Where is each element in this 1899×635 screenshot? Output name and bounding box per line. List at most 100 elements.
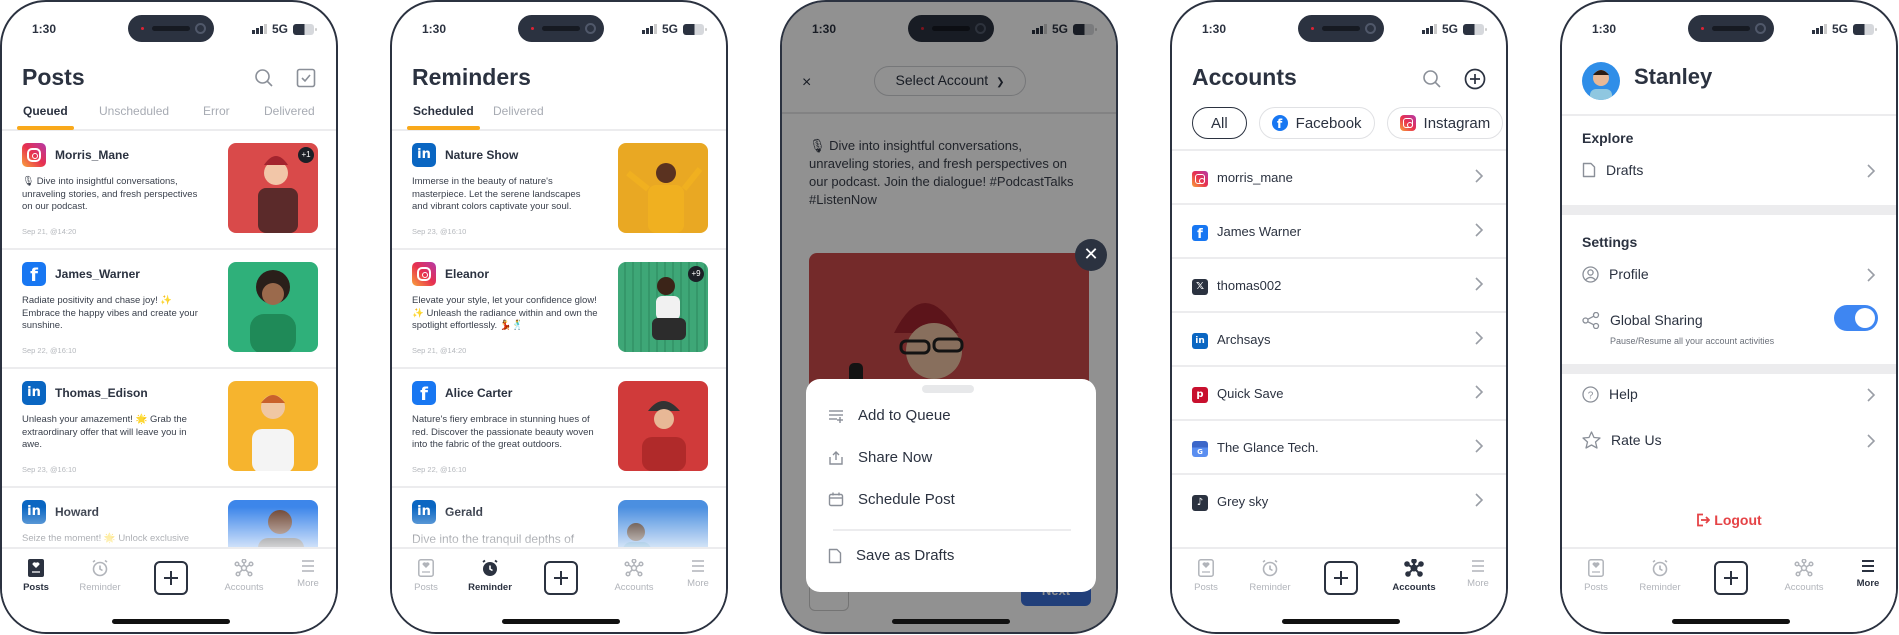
chevron-right-icon (1475, 331, 1484, 345)
sheet-item-label: Save as Drafts (856, 547, 955, 564)
post-card[interactable]: Morris_Mane 🎙 Dive into insightful conve… (2, 131, 336, 250)
chevron-right-icon (1867, 164, 1876, 178)
tab-unscheduled[interactable]: Unscheduled (99, 104, 169, 118)
media-count-badge: +9 (688, 266, 704, 282)
save-as-drafts-option[interactable]: Save as Drafts (828, 547, 954, 564)
schedule-post-option[interactable]: Schedule Post (828, 491, 955, 508)
account-name: Quick Save (1217, 386, 1284, 401)
reminder-card[interactable]: in Nature Show Immerse in the beauty of … (392, 131, 726, 250)
create-post-button[interactable] (544, 561, 578, 595)
profile-menu-item[interactable]: Profile (1582, 262, 1876, 286)
tab-error[interactable]: Error (203, 104, 230, 118)
tabbar-more[interactable]: More (1448, 559, 1506, 589)
filter-instagram[interactable]: Instagram (1386, 107, 1504, 139)
tabbar-reminder[interactable]: Reminder (460, 559, 520, 593)
add-account-icon[interactable] (1464, 68, 1486, 90)
post-username: Thomas_Edison (55, 386, 148, 400)
tabbar-label: Accounts (1784, 582, 1824, 593)
accounts-list: morris_mane f James Warner 𝕏 thomas002 i… (1172, 149, 1506, 527)
tabbar-reminder[interactable]: Reminder (70, 559, 130, 593)
tabbar-accounts[interactable]: Accounts (214, 559, 274, 593)
post-username: James_Warner (55, 267, 140, 281)
logout-label: Logout (1714, 512, 1762, 528)
tabbar-posts[interactable]: Posts (1176, 559, 1236, 593)
tab-scheduled[interactable]: Scheduled (407, 104, 480, 130)
reminder-text: Immerse in the beauty of nature's master… (412, 176, 581, 212)
compose-screen: 1:30 5G × Select Account ❯ 🎙 Dive into i… (780, 0, 1118, 634)
rate-us-menu-item[interactable]: Rate Us (1582, 428, 1876, 452)
logout-button[interactable]: Logout (1562, 512, 1896, 528)
account-row[interactable]: ♪ Grey sky (1172, 473, 1506, 527)
svg-text:?: ? (1588, 390, 1594, 401)
search-icon[interactable] (254, 68, 274, 88)
bottom-tab-bar: Posts Reminder Accounts More (1562, 547, 1896, 632)
tabbar-label: Posts (1584, 582, 1608, 593)
avatar[interactable] (1582, 62, 1620, 100)
help-menu-item[interactable]: ? Help (1582, 382, 1876, 406)
reminder-date: Sep 21, @14:20 (412, 346, 467, 355)
add-to-queue-option[interactable]: Add to Queue (828, 407, 951, 424)
tabbar-accounts[interactable]: Accounts (1384, 559, 1444, 593)
tabbar-accounts[interactable]: Accounts (604, 559, 664, 593)
tabbar-label: Posts (1194, 582, 1218, 593)
account-row[interactable]: f James Warner (1172, 203, 1506, 257)
user-name: Stanley (1634, 64, 1713, 89)
remove-image-button[interactable]: ✕ (1075, 239, 1107, 271)
alarm-clock-icon (1262, 559, 1278, 577)
status-bar: 1:30 5G (392, 2, 726, 52)
share-now-option[interactable]: Share Now (828, 449, 932, 466)
tabbar-reminder[interactable]: Reminder (1630, 559, 1690, 593)
tabbar-accounts[interactable]: Accounts (1774, 559, 1834, 593)
account-row[interactable]: p Quick Save (1172, 365, 1506, 419)
tab-delivered[interactable]: Delivered (493, 104, 544, 118)
account-row[interactable]: 𝕏 thomas002 (1172, 257, 1506, 311)
create-post-button[interactable] (154, 561, 188, 595)
tab-queued[interactable]: Queued (17, 104, 74, 130)
reminder-username: Alice Carter (445, 386, 513, 400)
post-card[interactable]: in Thomas_Edison Unleash your amazement!… (2, 369, 336, 488)
account-name: morris_mane (1217, 170, 1293, 185)
reminder-username: Nature Show (445, 148, 519, 162)
filter-facebook[interactable]: f Facebook (1258, 107, 1375, 139)
tabbar-posts[interactable]: Posts (1566, 559, 1626, 593)
tabbar-label: More (687, 578, 709, 589)
tabbar-posts[interactable]: Posts (396, 559, 456, 593)
tabbar-posts[interactable]: Posts (6, 559, 66, 593)
posts-tabs: Queued Unscheduled Error Delivered (2, 86, 336, 131)
post-thumbnail: +1 (228, 143, 318, 233)
tabbar-more[interactable]: More (668, 559, 726, 589)
reminder-date: Sep 23, @16:10 (412, 227, 467, 236)
posts-screen: 1:30 5G Posts Queued Unscheduled Error D… (0, 0, 338, 634)
network-label: 5G (1441, 22, 1458, 36)
sheet-divider (833, 529, 1071, 531)
tabbar-more[interactable]: More (1838, 559, 1896, 589)
tabbar-label: Accounts (614, 582, 654, 593)
create-post-button[interactable] (1714, 561, 1748, 595)
signal-icon (1812, 24, 1827, 34)
drafts-menu-item[interactable]: Drafts (1582, 158, 1876, 182)
signal-icon (1422, 24, 1437, 34)
filter-all[interactable]: All (1192, 107, 1247, 139)
menu-icon (1472, 560, 1484, 572)
page-title: Accounts (1192, 64, 1297, 90)
account-row[interactable]: in Archsays (1172, 311, 1506, 365)
account-row[interactable]: morris_mane (1172, 149, 1506, 203)
reminder-card[interactable]: f Alice Carter Nature's fiery embrace in… (392, 369, 726, 488)
post-card[interactable]: f James_Warner Radiate positivity and ch… (2, 250, 336, 369)
tabbar-label: Posts (23, 582, 49, 593)
sheet-grabber[interactable] (922, 385, 974, 393)
account-name: Archsays (1217, 332, 1271, 347)
reminder-card[interactable]: Eleanor Elevate your style, let your con… (392, 250, 726, 369)
post-username: Morris_Mane (55, 148, 130, 162)
dynamic-island (1298, 15, 1384, 42)
tabbar-more[interactable]: More (278, 559, 336, 589)
create-post-button[interactable] (1324, 561, 1358, 595)
reminder-date: Sep 22, @16:10 (412, 465, 467, 474)
tabbar-reminder[interactable]: Reminder (1240, 559, 1300, 593)
global-sharing-toggle[interactable] (1834, 305, 1878, 331)
tab-delivered[interactable]: Delivered (264, 104, 315, 118)
select-checkbox-icon[interactable] (296, 68, 316, 88)
posts-icon (1588, 559, 1604, 577)
account-row[interactable]: G The Glance Tech. (1172, 419, 1506, 473)
search-icon[interactable] (1422, 69, 1442, 89)
